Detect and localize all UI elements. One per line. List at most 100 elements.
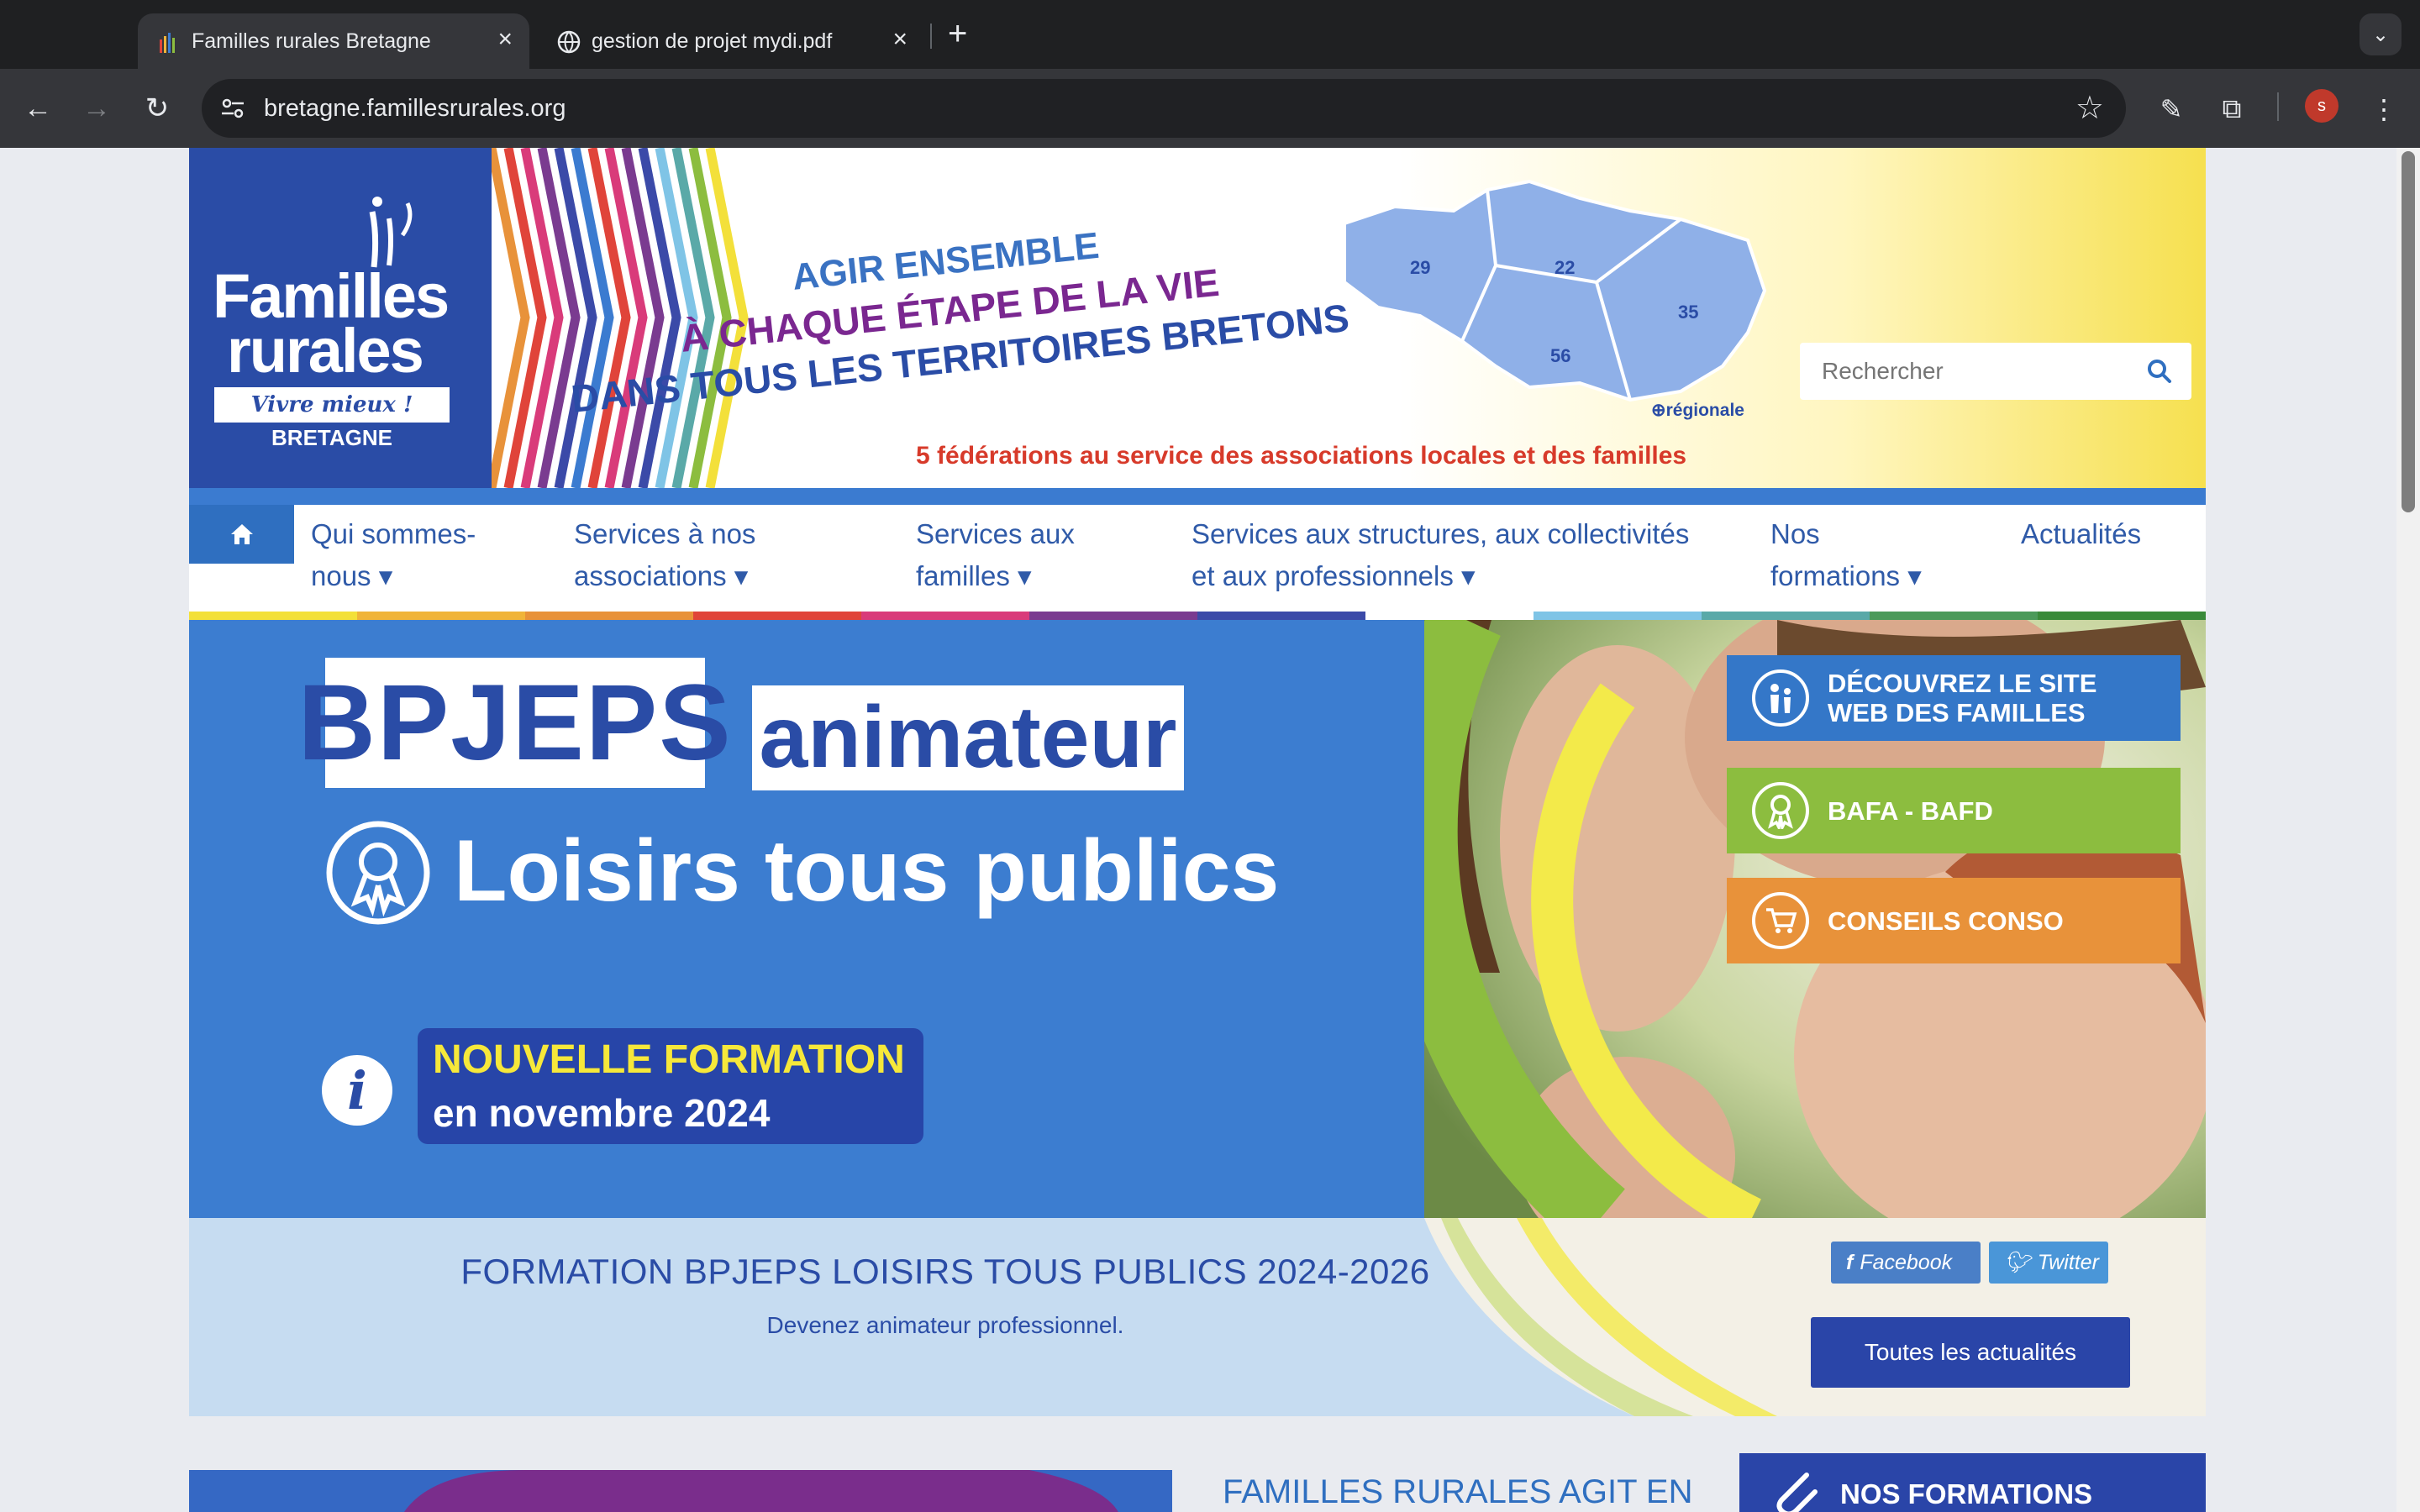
facebook-share-button[interactable]: f Facebook [1831,1242,1981,1284]
tab-title: Familles rurales Bretagne [192,29,431,53]
cta-bafa-bafd-button[interactable]: BAFA - BAFD [1727,768,2181,853]
tab-separator [930,24,932,49]
hero-title-bpjeps: BPJEPS [297,658,731,788]
nav-label-line1: Qui sommes- [311,518,476,549]
nav-services-structures[interactable]: Services aux structures, aux collectivit… [1192,513,1689,597]
twitter-bird-icon: 🐦︎ [2004,1250,2031,1274]
nos-formations-panel[interactable]: NOS FORMATIONS [1739,1453,2206,1512]
nav-label-line1: Services à nos [574,518,756,549]
reload-icon[interactable]: ↻ [136,87,178,129]
extensions-puzzle-icon[interactable]: ⧉ [2212,89,2252,129]
search-input[interactable] [1800,343,2119,400]
nav-label-line1: Actualités [2021,518,2142,549]
header-banner: Familles rurales Vivre mieux ! BRETAGNE [189,148,2206,488]
cta-conseils-conso-button[interactable]: CONSEILS CONSO [1727,878,2181,963]
eyedropper-icon[interactable]: ✎ [2151,89,2191,129]
slide-subtitle: Devenez animateur professionnel. [766,1312,1124,1338]
back-arrow-icon[interactable]: ← [17,87,59,129]
cta-label-line1: DÉCOUVREZ LE SITE [1828,669,2097,698]
browser-toolbar: ← → ↻ bretagne.famillesrurales.org ☆ ✎ ⧉… [0,69,2420,148]
nav-qui-sommes-nous[interactable]: Qui sommes- nous ▾ [311,513,476,597]
site-logo[interactable]: Familles rurales Vivre mieux ! BRETAGNE [189,148,492,488]
nouvelle-formation-label: NOUVELLE FORMATION [433,1037,905,1082]
nav-label-line1: Services aux [916,518,1075,549]
nav-services-associations[interactable]: Services à nos associations ▾ [574,513,755,597]
paperclip-icon [1776,1473,1818,1512]
nav-services-familles[interactable]: Services aux familles ▾ [916,513,1075,597]
bookmark-star-icon[interactable]: ☆ [2075,89,2104,127]
tab-search-chevron-icon[interactable]: ⌄ [2360,13,2402,55]
browser-tabstrip: Familles rurales Bretagne × gestion de p… [0,0,2420,69]
nav-color-segment [1197,612,1365,620]
map-label-22: 22 [1555,257,1576,278]
logo-tagline: Vivre mieux ! [214,387,450,423]
nav-nos-formations[interactable]: Nos formations ▾ [1770,513,1922,597]
nav-color-segment [189,612,357,620]
site-settings-icon[interactable] [218,94,247,123]
nav-color-segment [2038,612,2206,620]
nav-color-segment [1534,612,1702,620]
kebab-menu-icon[interactable]: ⋮ [2364,89,2404,129]
map-label-56: 56 [1550,345,1571,366]
tab-familles-rurales[interactable]: Familles rurales Bretagne × [138,13,529,69]
hero-title-animateur: animateur [752,685,1184,790]
home-icon [230,524,253,544]
cta-label: CONSEILS CONSO [1828,906,2064,936]
globe-icon [557,30,581,54]
nav-color-segment [1365,612,1534,620]
nav-color-bar [189,612,2206,620]
banner-bottom-strip [189,488,2206,505]
page-scrollbar-thumb[interactable] [2402,151,2415,512]
nav-label-line1: Nos [1770,518,1820,549]
cart-icon [1752,892,1809,949]
brittany-map-illustration [1343,179,1767,402]
cta-label: BAFA - BAFD [1828,795,1993,826]
all-news-button[interactable]: Toutes les actualités [1811,1317,2130,1388]
nav-label-line2: formations ▾ [1770,560,1922,591]
home-button[interactable] [189,505,294,564]
nav-color-segment [525,612,693,620]
nav-label-line1: Services aux structures, aux collectivit… [1192,518,1690,549]
tab-gestion-projet[interactable]: gestion de projet mydi.pdf × [538,13,924,69]
nav-color-segment [357,612,525,620]
new-tab-icon[interactable]: + [948,15,967,53]
search-icon[interactable] [2146,358,2173,385]
profile-avatar[interactable]: s [2305,89,2338,123]
lower-feature-image[interactable] [189,1470,1172,1512]
twitter-share-button[interactable]: 🐦︎ Twitter [1989,1242,2108,1284]
facebook-label: Facebook [1860,1250,1953,1274]
nav-label-line2: et aux professionnels ▾ [1192,560,1476,591]
url-text: bretagne.famillesrurales.org [264,95,566,122]
lower-image-art [189,1470,1172,1512]
close-tab-icon[interactable]: × [892,25,908,54]
nav-color-segment [1870,612,2038,620]
hero-subtitle-loisirs: Loisirs tous publics [454,822,1280,920]
formation-date-label: en novembre 2024 [433,1091,771,1135]
cta-site-familles-button[interactable]: DÉCOUVREZ LE SITE WEB DES FAMILLES [1727,655,2181,741]
slide-title[interactable]: FORMATION BPJEPS LOISIRS TOUS PUBLICS 20… [189,1252,1702,1292]
toolbar-separator [2277,92,2279,121]
close-tab-icon[interactable]: × [497,25,513,54]
site-search [1800,343,2191,400]
map-label-35: 35 [1678,302,1699,323]
tab-title: gestion de projet mydi.pdf [592,29,833,53]
address-bar[interactable]: bretagne.famillesrurales.org ☆ [202,79,2126,138]
logo-region: BRETAGNE [271,425,392,450]
nav-label-line2: familles ▾ [916,560,1032,591]
map-label-regionale: ⊕régionale [1651,401,1744,420]
family-icon [1752,669,1809,727]
federations-tagline: 5 fédérations au service des association… [916,442,1687,470]
forward-arrow-icon[interactable]: → [76,87,118,129]
facebook-icon: f [1846,1250,1854,1274]
nav-color-segment [861,612,1029,620]
logo-figures-icon [369,197,413,268]
nos-formations-label: NOS FORMATIONS [1840,1478,2093,1509]
logo-word-rurales: rurales [227,316,424,386]
section-title-agit: FAMILLES RURALES AGIT EN [1223,1473,1693,1510]
nav-actualites[interactable]: Actualités [2021,513,2141,555]
medal-icon [1752,782,1809,839]
nav-color-segment [1029,612,1197,620]
nav-color-segment [693,612,861,620]
info-icon: i [322,1055,392,1126]
nav-label-line2: associations ▾ [574,560,749,591]
